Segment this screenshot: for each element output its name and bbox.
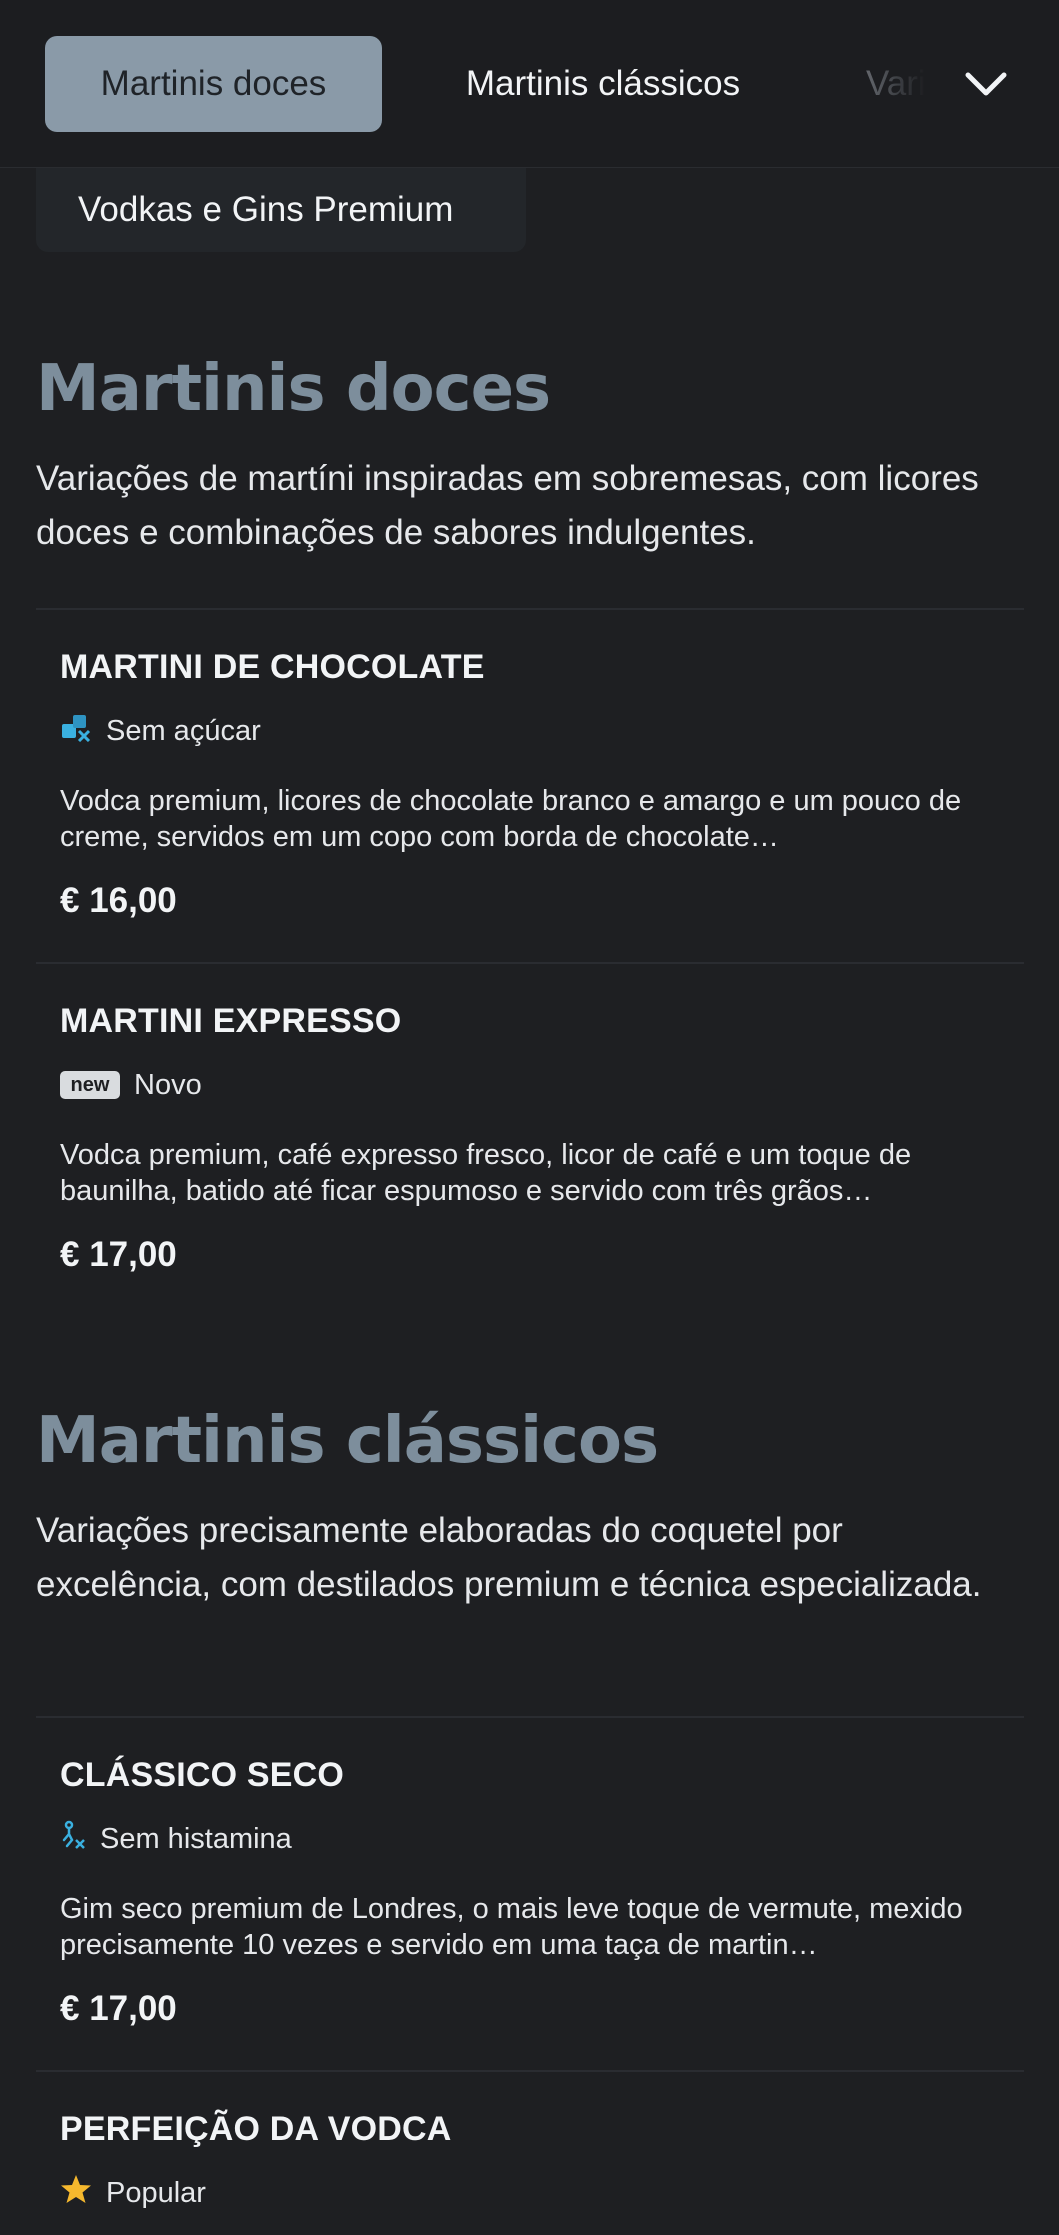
menu-item[interactable]: MARTINI DE CHOCOLATE Sem açúcar Vodca pr… bbox=[60, 648, 1010, 921]
divider bbox=[36, 1716, 1024, 1718]
tab-martinis-classicos[interactable]: Martinis clássicos bbox=[430, 36, 776, 132]
item-description: Vodca premium, licores de chocolate bran… bbox=[60, 785, 962, 853]
divider bbox=[36, 608, 1024, 610]
item-price: € 17,00 bbox=[60, 1989, 177, 2028]
histamine-free-icon bbox=[60, 1820, 86, 1858]
divider bbox=[36, 962, 1024, 964]
section-title: Martinis clássicos bbox=[36, 1404, 659, 1478]
sugar-free-icon bbox=[60, 712, 92, 750]
item-description: Vodca premium, café expresso fresco, lic… bbox=[60, 1139, 912, 1207]
item-price: € 17,00 bbox=[60, 1235, 177, 1274]
dropdown-item-vodkas-gins[interactable]: Vodkas e Gins Premium bbox=[36, 168, 526, 252]
item-price: € 16,00 bbox=[60, 881, 177, 920]
chevron-down-icon[interactable] bbox=[960, 58, 1012, 110]
section-description: Variações precisamente elaboradas do coq… bbox=[36, 1511, 982, 1604]
divider bbox=[36, 2070, 1024, 2072]
item-name: PERFEIÇÃO DA VODCA bbox=[60, 2110, 452, 2148]
item-name: MARTINI DE CHOCOLATE bbox=[60, 648, 485, 686]
section-title: Martinis doces bbox=[36, 352, 551, 426]
menu-item[interactable]: PERFEIÇÃO DA VODCA Popular bbox=[60, 2110, 1010, 2211]
item-tag-label: Novo bbox=[134, 1068, 202, 1101]
tab-variacoes-partial[interactable]: Vari bbox=[866, 36, 946, 132]
menu-item[interactable]: CLÁSSICO SECO Sem histamina Gim seco pre… bbox=[60, 1756, 1010, 2029]
item-name: CLÁSSICO SECO bbox=[60, 1756, 345, 1794]
star-icon bbox=[60, 2173, 92, 2213]
menu-page: Martinis doces Martinis clássicos Vari V… bbox=[0, 0, 1059, 2235]
item-tag: Sem açúcar bbox=[60, 713, 1010, 749]
item-tag: Popular bbox=[60, 2175, 1010, 2211]
item-tag: new Novo bbox=[60, 1067, 1010, 1103]
tab-martinis-doces[interactable]: Martinis doces bbox=[45, 36, 382, 132]
new-badge-icon: new bbox=[60, 1071, 120, 1099]
category-tab-bar: Martinis doces Martinis clássicos Vari bbox=[0, 0, 1059, 168]
menu-item[interactable]: MARTINI EXPRESSO new Novo Vodca premium,… bbox=[60, 1002, 1010, 1275]
item-description: Gim seco premium de Londres, o mais leve… bbox=[60, 1893, 963, 1961]
item-tag-label: Sem histamina bbox=[100, 1822, 292, 1855]
item-name: MARTINI EXPRESSO bbox=[60, 1002, 402, 1040]
item-tag-label: Sem açúcar bbox=[106, 714, 261, 747]
item-tag-label: Popular bbox=[106, 2176, 206, 2209]
item-tag: Sem histamina bbox=[60, 1820, 1010, 1858]
section-description: Variações de martíni inspiradas em sobre… bbox=[36, 459, 979, 552]
